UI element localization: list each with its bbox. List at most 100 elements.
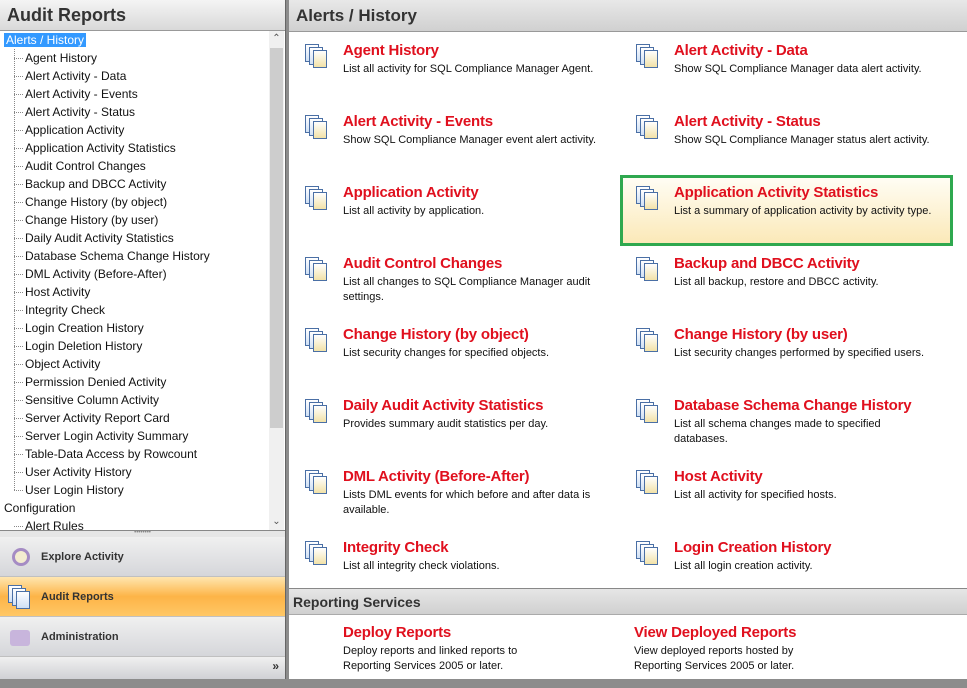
report-description: List all activity for specified hosts. — [674, 489, 837, 501]
report-title[interactable]: Integrity Check — [343, 539, 449, 556]
report-description: Deploy reports and linked reports to Rep… — [343, 645, 518, 672]
tree-item[interactable]: Alert Activity - Data — [0, 67, 285, 85]
report-description: List all activity by application. — [343, 205, 485, 217]
administration-icon — [6, 624, 34, 650]
magnifier-icon — [6, 544, 34, 570]
tree-item[interactable]: Alert Activity - Status — [0, 103, 285, 121]
report-link[interactable]: Application Activity List all activity by… — [289, 184, 609, 248]
scroll-thumb[interactable] — [270, 48, 283, 428]
report-link[interactable]: Application Activity Statistics List a su… — [620, 175, 953, 246]
page-title: Alerts / History — [289, 0, 967, 32]
report-tree: Alerts / History Agent History Alert Activ… — [0, 31, 285, 530]
tree-item[interactable]: DML Activity (Before-After) — [0, 265, 285, 283]
report-title[interactable]: DML Activity (Before-After) — [343, 468, 529, 485]
report-title[interactable]: Alert Activity - Data — [674, 42, 808, 59]
report-link[interactable]: DML Activity (Before-After) Lists DML eve… — [289, 468, 609, 532]
report-title[interactable]: Audit Control Changes — [343, 255, 502, 272]
report-icon — [305, 470, 333, 500]
report-title[interactable]: Database Schema Change History — [674, 397, 912, 414]
tree-node-configuration[interactable]: Configuration — [0, 499, 285, 517]
report-link[interactable]: Alert Activity - Events Show SQL Complian… — [289, 113, 609, 177]
report-title[interactable]: Login Creation History — [674, 539, 831, 556]
tree-item[interactable]: Integrity Check — [0, 301, 285, 319]
report-title[interactable]: Backup and DBCC Activity — [674, 255, 860, 272]
tree-item[interactable]: Sensitive Column Activity — [0, 391, 285, 409]
report-title[interactable]: Change History (by object) — [343, 326, 529, 343]
tree-item[interactable]: Permission Denied Activity — [0, 373, 285, 391]
tree-item[interactable]: Server Login Activity Summary — [0, 427, 285, 445]
report-icon — [305, 541, 333, 571]
report-link[interactable]: Alert Activity - Data Show SQL Compliance… — [620, 42, 940, 106]
tree-item[interactable]: Audit Control Changes — [0, 157, 285, 175]
tree-scrollbar[interactable]: ⌃ ⌄ — [269, 31, 284, 530]
report-title[interactable]: Alert Activity - Events — [343, 113, 493, 130]
nav-administration[interactable]: Administration — [0, 617, 285, 657]
report-link[interactable]: Agent History List all activity for SQL C… — [289, 42, 609, 106]
report-description: List all activity for SQL Compliance Man… — [343, 63, 594, 75]
report-title[interactable]: Host Activity — [674, 468, 763, 485]
tree-item[interactable]: Object Activity — [0, 355, 285, 373]
report-description: List all backup, restore and DBCC activi… — [674, 276, 879, 288]
tree-item[interactable]: Backup and DBCC Activity — [0, 175, 285, 193]
tree-item[interactable]: Host Activity — [0, 283, 285, 301]
nav-overflow-bar: » — [0, 657, 285, 679]
tree-item[interactable]: Login Deletion History — [0, 337, 285, 355]
reporting-services-link[interactable]: Deploy Reports Deploy reports and linked … — [289, 624, 609, 688]
report-title[interactable]: View Deployed Reports — [634, 624, 796, 641]
report-link[interactable]: Alert Activity - Status Show SQL Complian… — [620, 113, 940, 177]
report-icon — [636, 257, 664, 287]
report-link[interactable]: Host Activity List all activity for speci… — [620, 468, 940, 532]
report-link[interactable]: Backup and DBCC Activity List all backup,… — [620, 255, 940, 319]
report-link[interactable]: Change History (by object) List security … — [289, 326, 609, 390]
report-title[interactable]: Application Activity — [343, 184, 479, 201]
nav-audit-reports[interactable]: Audit Reports — [0, 577, 285, 617]
report-link[interactable]: Change History (by user) List security ch… — [620, 326, 940, 390]
report-description: List all integrity check violations. — [343, 560, 500, 572]
tree-node-alerts-history[interactable]: Alerts / History — [0, 31, 285, 49]
reports-icon — [6, 584, 34, 610]
report-icon — [636, 399, 664, 429]
report-link[interactable]: Daily Audit Activity Statistics Provides … — [289, 397, 609, 461]
splitter-handle[interactable]: •••••••• — [0, 530, 285, 537]
tree-item[interactable]: Table-Data Access by Rowcount — [0, 445, 285, 463]
report-icon — [636, 470, 664, 500]
report-icon — [305, 399, 333, 429]
tree-item[interactable]: User Activity History — [0, 463, 285, 481]
report-icon — [305, 257, 333, 287]
report-icon — [636, 328, 664, 358]
scroll-up-icon[interactable]: ⌃ — [269, 31, 284, 47]
report-title[interactable]: Daily Audit Activity Statistics — [343, 397, 543, 414]
tree-item[interactable]: User Login History — [0, 481, 285, 499]
report-title[interactable]: Change History (by user) — [674, 326, 848, 343]
tree-item[interactable]: Database Schema Change History — [0, 247, 285, 265]
report-title[interactable]: Application Activity Statistics — [674, 184, 878, 201]
scroll-down-icon[interactable]: ⌄ — [269, 514, 284, 530]
tree-item[interactable]: Daily Audit Activity Statistics — [0, 229, 285, 247]
tree-item[interactable]: Change History (by user) — [0, 211, 285, 229]
tree-item[interactable]: Change History (by object) — [0, 193, 285, 211]
report-description: Show SQL Compliance Manager data alert a… — [674, 63, 922, 75]
report-title[interactable]: Agent History — [343, 42, 439, 59]
tree-item[interactable]: Login Creation History — [0, 319, 285, 337]
report-title[interactable]: Alert Activity - Status — [674, 113, 821, 130]
nav-label: Administration — [41, 630, 119, 643]
tree-item[interactable]: Alert Activity - Events — [0, 85, 285, 103]
report-icon — [636, 44, 664, 74]
report-link[interactable]: Database Schema Change History List all s… — [620, 397, 940, 461]
report-title[interactable]: Deploy Reports — [343, 624, 451, 641]
nav-label: Audit Reports — [41, 590, 114, 603]
more-buttons-icon[interactable]: » — [272, 659, 279, 673]
tree-item[interactable]: Application Activity Statistics — [0, 139, 285, 157]
report-link[interactable]: Audit Control Changes List all changes to… — [289, 255, 609, 319]
tree-item[interactable]: Agent History — [0, 49, 285, 67]
report-description: Show SQL Compliance Manager status alert… — [674, 134, 930, 146]
reporting-services-link[interactable]: View Deployed Reports View deployed repor… — [580, 624, 900, 688]
report-icon — [636, 115, 664, 145]
tree-item[interactable]: Server Activity Report Card — [0, 409, 285, 427]
nav-explore-activity[interactable]: Explore Activity — [0, 537, 285, 577]
tree-item[interactable]: Application Activity — [0, 121, 285, 139]
report-icon — [305, 328, 333, 358]
tree-item[interactable]: Alert Rules — [0, 517, 285, 530]
report-icon — [305, 115, 333, 145]
report-description: List all changes to SQL Compliance Manag… — [343, 276, 591, 303]
